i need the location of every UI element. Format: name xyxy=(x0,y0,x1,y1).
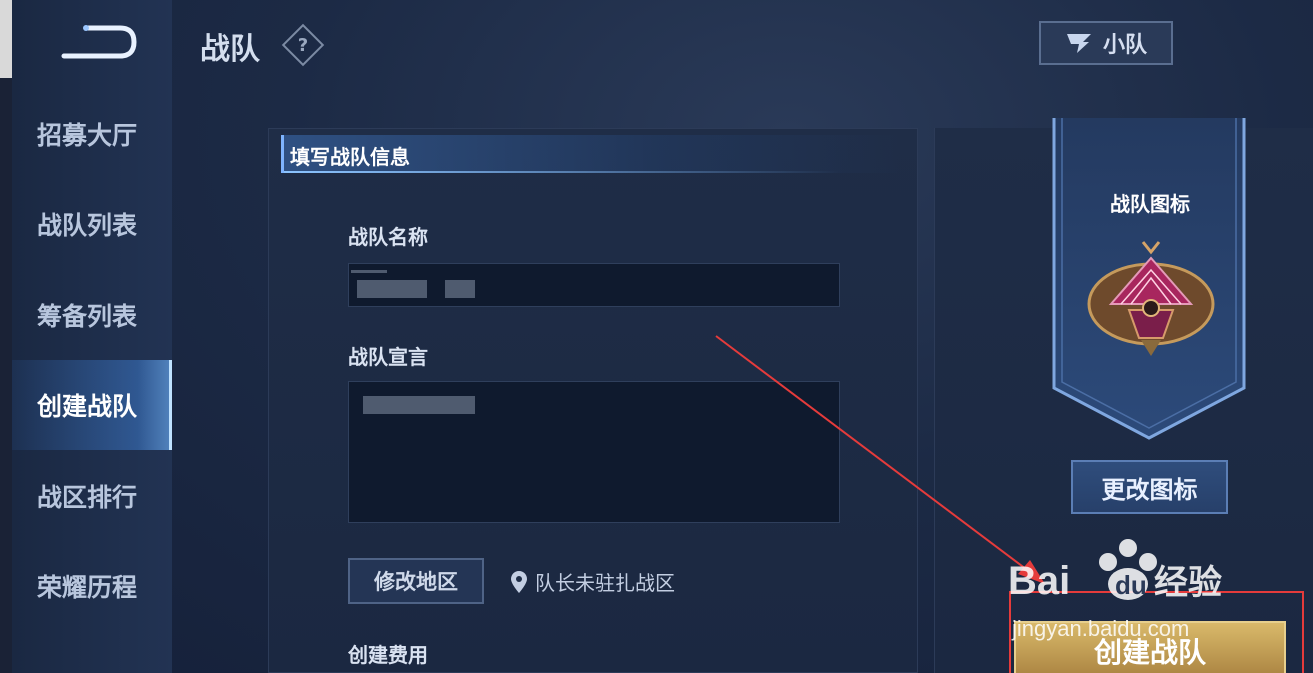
team-name-label: 战队名称 xyxy=(348,225,428,249)
location-pin-icon xyxy=(511,570,527,593)
modify-region-button[interactable]: 修改地区 xyxy=(348,558,484,604)
region-location: 队长未驻扎战区 xyxy=(511,567,675,596)
team-emblem-icon xyxy=(1087,241,1215,356)
back-icon[interactable] xyxy=(58,22,138,62)
team-icon-title: 战队图标 xyxy=(1110,192,1190,216)
team-declaration-textarea[interactable] xyxy=(348,381,840,523)
sidebar-item-team-list[interactable]: 战队列表 xyxy=(12,179,172,269)
sidebar-item-glory-history[interactable]: 荣耀历程 xyxy=(12,541,172,631)
team-name-input[interactable] xyxy=(348,263,840,307)
section-title: 填写战队信息 xyxy=(281,135,901,173)
team-declaration-label: 战队宣言 xyxy=(348,345,428,369)
page-title: 战队 xyxy=(200,32,260,67)
team-info-form: 填写战队信息 战队名称 战队宣言 修改地区 队长未驻扎战区 创建费用 xyxy=(268,128,918,673)
app-root: 招募大厅 战队列表 筹备列表 创建战队 战区排行 荣耀历程 战队 ? 小队 填写… xyxy=(0,0,1313,673)
window-edge xyxy=(0,0,12,673)
change-icon-button[interactable]: 更改图标 xyxy=(1071,460,1228,514)
annotation-highlight-box xyxy=(1009,591,1304,673)
squad-emblem-icon xyxy=(1066,34,1091,53)
sidebar: 招募大厅 战队列表 筹备列表 创建战队 战区排行 荣耀历程 xyxy=(12,0,172,673)
help-icon[interactable]: ? xyxy=(281,23,325,67)
sidebar-item-recruit-hall[interactable]: 招募大厅 xyxy=(12,89,172,179)
creation-cost-label: 创建费用 xyxy=(348,643,428,667)
sidebar-item-prep-list[interactable]: 筹备列表 xyxy=(12,270,172,360)
sidebar-item-create-team[interactable]: 创建战队 xyxy=(12,360,172,450)
sidebar-item-zone-ranking[interactable]: 战区排行 xyxy=(12,451,172,541)
squad-button[interactable]: 小队 xyxy=(1039,21,1173,65)
